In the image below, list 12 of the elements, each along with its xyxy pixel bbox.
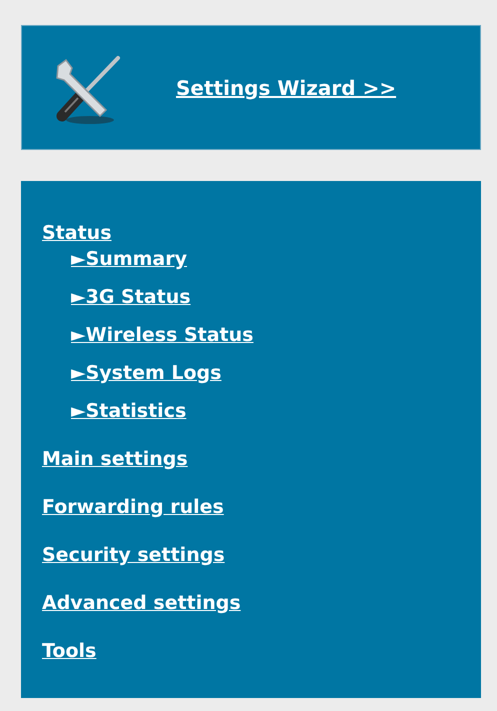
submenu-link[interactable]: ►3G Status bbox=[71, 285, 191, 309]
submenu-link[interactable]: ►Statistics bbox=[71, 399, 186, 423]
submenu-link[interactable]: ►System Logs bbox=[71, 361, 222, 385]
menu-link[interactable]: Security settings bbox=[42, 543, 225, 567]
menu-link[interactable]: Status bbox=[42, 221, 112, 245]
submenu-link[interactable]: ►Wireless Status bbox=[71, 323, 254, 347]
menu-link[interactable]: Forwarding rules bbox=[42, 495, 224, 519]
settings-wizard-link[interactable]: Settings Wizard >> bbox=[176, 76, 396, 100]
submenu-link[interactable]: ►Summary bbox=[71, 247, 187, 271]
menu-link[interactable]: Main settings bbox=[42, 447, 188, 471]
menu-link[interactable]: Tools bbox=[42, 639, 96, 663]
menu-link[interactable]: Advanced settings bbox=[42, 591, 241, 615]
